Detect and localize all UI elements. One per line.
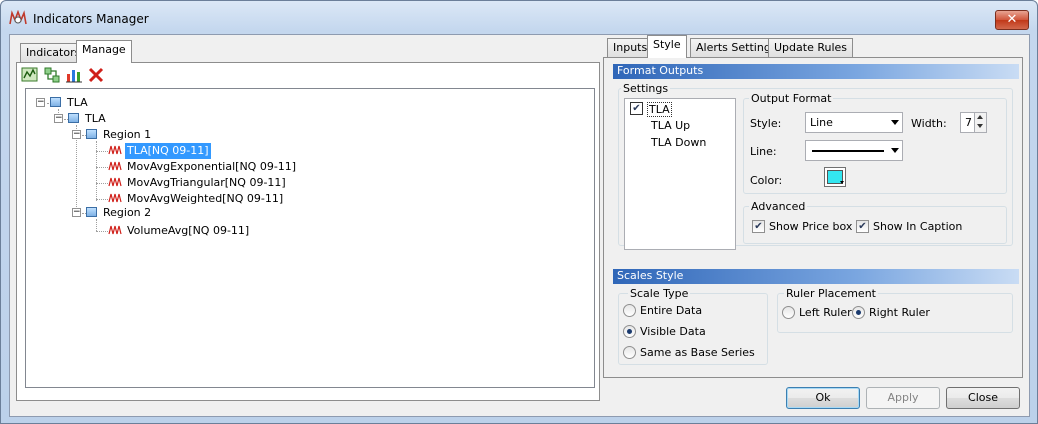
tree-node-indicator[interactable]: MovAvgExponential[NQ 09-11] (108, 159, 298, 175)
scale-type-label: Scale Type (628, 287, 691, 300)
close-button[interactable]: Close (946, 387, 1020, 409)
tree-node-tla[interactable]: TLA (68, 111, 108, 127)
collapse-toggle[interactable]: − (72, 130, 81, 139)
tree-node-label: TLA (67, 96, 88, 109)
tree-connector (96, 167, 108, 168)
show-price-box-label[interactable]: Show Price box (769, 220, 852, 233)
tree-node-label: VolumeAvg[NQ 09-11] (127, 224, 250, 237)
advanced-label: Advanced (749, 200, 808, 213)
tree-node-label: MovAvgExponential[NQ 09-11] (127, 160, 297, 173)
spinner-arrows-icon[interactable] (974, 113, 986, 132)
tree-node-root[interactable]: TLA (50, 95, 90, 111)
tree-node-label: Region 2 (103, 206, 152, 219)
tree-node-label: MovAvgTriangular[NQ 09-11] (127, 176, 286, 189)
tree-connector (96, 199, 108, 200)
tree-node-label: TLA (85, 112, 106, 125)
tree-connector (96, 231, 108, 232)
show-price-box-checkbox[interactable]: ✔ (752, 220, 765, 233)
indicator-wave-icon (108, 145, 122, 155)
apply-button[interactable]: Apply (866, 387, 940, 409)
output-item[interactable]: TLA (647, 102, 672, 117)
entire-data-radio[interactable] (623, 304, 636, 317)
style-dropdown-value: Line (810, 116, 833, 129)
same-as-base-series-label[interactable]: Same as Base Series (640, 346, 755, 359)
show-in-caption-label[interactable]: Show In Caption (873, 220, 962, 233)
tree-connector (96, 141, 97, 201)
width-spinner[interactable]: 7 (960, 112, 987, 133)
output-item[interactable]: TLA Down (651, 136, 706, 149)
window-close-button[interactable]: ✕ (995, 10, 1029, 30)
window-title: Indicators Manager (33, 12, 149, 26)
visible-data-label[interactable]: Visible Data (640, 325, 706, 338)
indicator-wave-icon (108, 177, 122, 187)
style-panel: Format Outputs Settings ✔ TLA TLA Up TLA… (603, 57, 1023, 378)
style-label: Style: (750, 117, 782, 130)
tree-node-indicator[interactable]: TLA[NQ 09-11] (108, 143, 211, 159)
tree-node-indicator[interactable]: VolumeAvg[NQ 09-11] (108, 223, 251, 239)
outputs-list[interactable]: ✔ TLA TLA Up TLA Down (624, 98, 736, 250)
tree-node-region-2[interactable]: Region 2 (86, 205, 153, 221)
title-bar[interactable]: Indicators Manager ✕ (1, 1, 1037, 35)
region-node-icon (86, 207, 97, 217)
color-picker-button[interactable] (824, 167, 846, 187)
ok-button[interactable]: Ok (786, 387, 860, 409)
collapse-toggle[interactable]: − (36, 98, 45, 107)
indicator-wave-icon (108, 161, 122, 171)
tree-connector (96, 183, 108, 184)
window-node-icon (68, 113, 79, 123)
show-in-caption-checkbox[interactable]: ✔ (856, 220, 869, 233)
width-label: Width: (911, 117, 947, 130)
line-preview (812, 150, 884, 152)
app-icon (9, 10, 27, 25)
window-node-icon (50, 97, 61, 107)
output-enabled-checkbox[interactable]: ✔ (630, 102, 643, 115)
tab-style[interactable]: Style (647, 35, 687, 58)
left-ruler-label[interactable]: Left Ruler (799, 306, 852, 319)
edit-indicator-icon[interactable] (43, 66, 61, 84)
tree-node-indicator[interactable]: MovAvgTriangular[NQ 09-11] (108, 175, 288, 191)
tree-node-label: Region 1 (103, 128, 152, 141)
scales-style-header: Scales Style (613, 269, 1019, 284)
format-outputs-header: Format Outputs (613, 64, 1019, 79)
tab-update-rules[interactable]: Update Rules (768, 38, 854, 58)
left-ruler-radio[interactable] (782, 306, 795, 319)
line-style-dropdown[interactable] (805, 140, 903, 161)
visible-data-radio[interactable] (623, 325, 636, 338)
tab-manage[interactable]: Manage (76, 40, 132, 63)
collapse-toggle[interactable]: − (72, 208, 81, 217)
tree-node-region-1[interactable]: Region 1 (86, 127, 153, 143)
output-item[interactable]: TLA Up (651, 119, 690, 132)
indicator-tree[interactable]: − − − − TLA TLA Region 1 TLA[NQ 09-11] M… (25, 88, 595, 388)
region-node-icon (86, 129, 97, 139)
style-dropdown[interactable]: Line (805, 112, 903, 133)
tree-node-label: TLA[NQ 09-11] (125, 143, 211, 159)
same-as-base-series-radio[interactable] (623, 346, 636, 359)
width-value: 7 (965, 116, 972, 129)
chevron-down-icon (891, 120, 899, 125)
chart-icon[interactable] (65, 66, 83, 84)
color-label: Color: (750, 174, 783, 187)
chevron-down-icon (891, 148, 899, 153)
collapse-toggle[interactable]: − (54, 114, 63, 123)
right-ruler-radio[interactable] (852, 306, 865, 319)
add-indicator-icon[interactable] (21, 66, 39, 84)
output-format-label: Output Format (749, 92, 834, 105)
line-label: Line: (750, 145, 777, 158)
manage-panel: − − − − TLA TLA Region 1 TLA[NQ 09-11] M… (16, 62, 600, 401)
indicator-wave-icon (108, 225, 122, 235)
indicators-manager-window: Indicators Manager ✕ Indicators Manage −… (0, 0, 1038, 424)
tree-connector (96, 151, 108, 152)
chevron-down-icon (840, 181, 844, 184)
entire-data-label[interactable]: Entire Data (640, 304, 702, 317)
indicator-wave-icon (108, 193, 122, 203)
dialog-client-area: Indicators Manage − − − − TLA TLA Region… (9, 34, 1030, 417)
delete-icon[interactable] (87, 66, 105, 84)
right-ruler-label[interactable]: Right Ruler (869, 306, 930, 319)
settings-group-label: Settings (621, 82, 671, 95)
ruler-placement-label: Ruler Placement (784, 287, 878, 300)
